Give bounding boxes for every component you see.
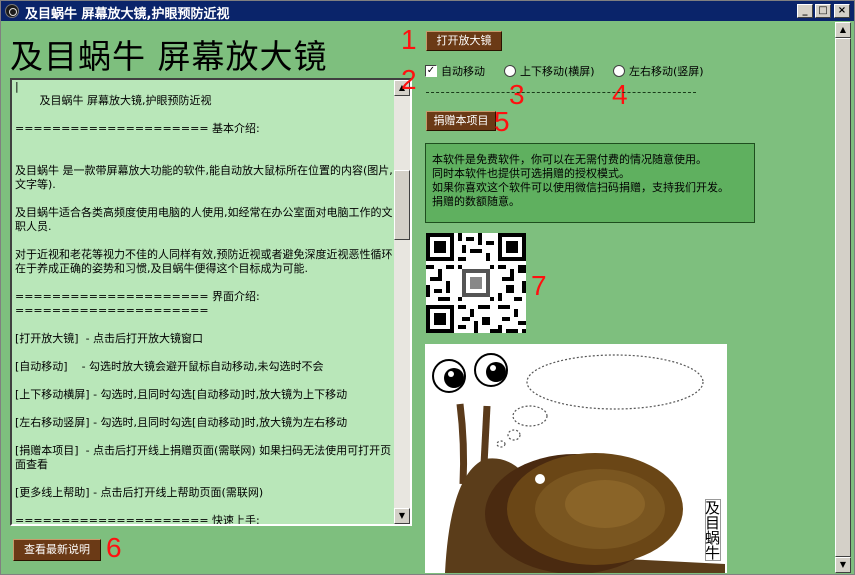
window-title: 及目蜗牛 屏幕放大镜,护眼预防近视 bbox=[25, 7, 230, 22]
horizontal-move-radio[interactable]: 左右移动(竖屏) bbox=[613, 63, 704, 79]
annotation-2: 2 bbox=[401, 64, 417, 95]
info-box: 本软件是免费软件，你可以在无需付费的情况随意使用。 同时本软件也提供可选捐赠的授… bbox=[425, 143, 755, 223]
description-textarea[interactable]: | 及目蜗牛 屏幕放大镜,护眼预防近视 ====================… bbox=[10, 78, 412, 526]
radio-icon[interactable] bbox=[613, 65, 625, 77]
auto-move-checkbox[interactable]: ✓ 自动移动 bbox=[425, 63, 485, 79]
info-line: 如果你喜欢这个软件可以使用微信扫码捐赠，支持我们开发。 bbox=[432, 181, 729, 194]
view-latest-button[interactable]: 查看最新说明 bbox=[13, 539, 101, 561]
annotation-5: 5 bbox=[494, 106, 510, 137]
minimize-button[interactable]: _ bbox=[797, 4, 813, 18]
checkmark-icon[interactable]: ✓ bbox=[425, 65, 437, 77]
description-text: | 及目蜗牛 屏幕放大镜,护眼预防近视 ====================… bbox=[15, 80, 393, 526]
vertical-move-radio[interactable]: 上下移动(横屏) bbox=[504, 63, 595, 79]
client-area: 及目蜗牛 屏幕放大镜 | 及目蜗牛 屏幕放大镜,护眼预防近视 =========… bbox=[4, 22, 853, 573]
scroll-thumb[interactable] bbox=[835, 38, 851, 557]
maximize-button[interactable]: □ bbox=[815, 4, 831, 18]
textarea-scrollbar[interactable]: ▲ ▼ bbox=[394, 80, 410, 524]
donate-button[interactable]: 捐赠本项目 bbox=[426, 111, 496, 131]
snail-image: 及目蜗牛 bbox=[425, 344, 727, 573]
horizontal-move-label: 左右移动(竖屏) bbox=[629, 65, 704, 78]
donation-qr-code bbox=[426, 233, 526, 333]
annotation-4: 4 bbox=[612, 79, 628, 110]
separator-line bbox=[426, 92, 696, 93]
scroll-down-arrow-icon[interactable]: ▼ bbox=[394, 508, 410, 524]
window-scrollbar[interactable]: ▲ ▼ bbox=[835, 22, 851, 573]
annotation-6: 6 bbox=[106, 532, 122, 563]
radio-icon[interactable] bbox=[504, 65, 516, 77]
vertical-move-label: 上下移动(横屏) bbox=[520, 65, 595, 78]
annotation-3: 3 bbox=[509, 79, 525, 110]
title-bar[interactable]: 及目蜗牛 屏幕放大镜,护眼预防近视 _ □ × bbox=[1, 1, 854, 22]
auto-move-label: 自动移动 bbox=[441, 65, 485, 78]
snail-label: 及目蜗牛 bbox=[703, 499, 721, 561]
info-line: 同时本软件也提供可选捐赠的授权模式。 bbox=[432, 167, 630, 180]
snail-app-icon[interactable] bbox=[5, 4, 19, 18]
scroll-up-arrow-icon[interactable]: ▲ bbox=[835, 22, 851, 38]
open-magnifier-button[interactable]: 打开放大镜 bbox=[426, 31, 502, 51]
scroll-down-arrow-icon[interactable]: ▼ bbox=[835, 557, 851, 573]
annotation-1: 1 bbox=[401, 24, 417, 55]
app-title: 及目蜗牛 屏幕放大镜 bbox=[10, 37, 328, 76]
close-button[interactable]: × bbox=[834, 4, 850, 18]
info-line: 本软件是免费软件，你可以在无需付费的情况随意使用。 bbox=[432, 153, 707, 166]
annotation-7: 7 bbox=[531, 270, 547, 301]
scroll-thumb[interactable] bbox=[394, 170, 410, 240]
info-line: 捐赠的数额随意。 bbox=[432, 195, 520, 208]
app-window: 及目蜗牛 屏幕放大镜,护眼预防近视 _ □ × 及目蜗牛 屏幕放大镜 | 及目蜗… bbox=[0, 0, 855, 575]
